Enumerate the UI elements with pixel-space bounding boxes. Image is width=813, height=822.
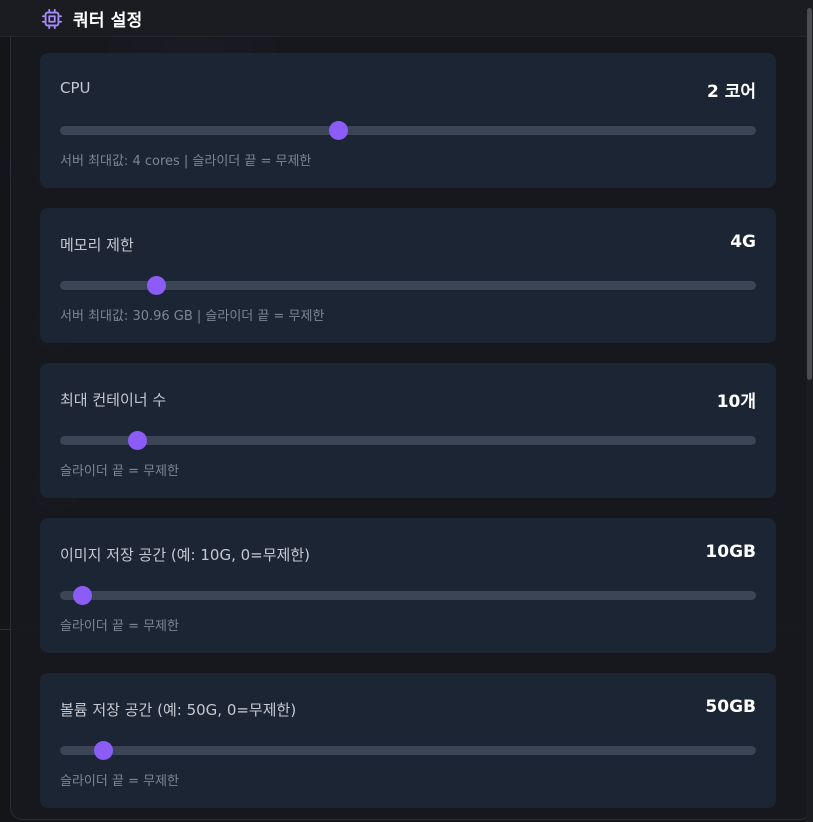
- container-count-quota-card: 최대 컨테이너 수 10개 슬라이더 끝 = 무제한: [40, 363, 776, 498]
- panel-title: 쿼터 설정: [73, 11, 143, 31]
- memory-slider-track[interactable]: [60, 276, 756, 295]
- container-count-slider-track[interactable]: [60, 431, 756, 450]
- quota-hint: 서버 최대값: 30.96 GB | 슬라이더 끝 = 무제한: [60, 309, 325, 324]
- memory-quota-card: 메모리 제한 4G 서버 최대값: 30.96 GB | 슬라이더 끝 = 무제…: [40, 208, 776, 343]
- quota-value: 50GB: [705, 697, 756, 717]
- container-count-slider-thumb[interactable]: [127, 431, 147, 450]
- volume-storage-quota-card: 볼륨 저장 공간 (예: 50G, 0=무제한) 50GB 슬라이더 끝 = 무…: [40, 673, 776, 808]
- quota-value: 10개: [716, 392, 756, 412]
- volume-storage-slider-thumb[interactable]: [94, 741, 114, 760]
- image-storage-quota-card: 이미지 저장 공간 (예: 10G, 0=무제한) 10GB 슬라이더 끝 = …: [40, 518, 776, 653]
- quota-value: 4G: [730, 232, 756, 252]
- quota-label: 메모리 제한: [60, 236, 134, 254]
- quota-hint: 서버 최대값: 4 cores | 슬라이더 끝 = 무제한: [60, 154, 312, 169]
- panel-title-row: 쿼터 설정: [41, 6, 142, 31]
- panel-header: 쿼터 설정: [0, 0, 806, 37]
- quota-value: 10GB: [705, 542, 756, 562]
- cpu-slider-track[interactable]: [60, 121, 756, 140]
- quota-label: 이미지 저장 공간 (예: 10G, 0=무제한): [60, 546, 310, 564]
- quota-value: 2 코어: [706, 82, 756, 102]
- quota-label: 최대 컨테이너 수: [60, 391, 167, 409]
- image-storage-slider-track[interactable]: [60, 586, 756, 605]
- quota-hint: 슬라이더 끝 = 무제한: [60, 464, 179, 479]
- volume-storage-slider-track[interactable]: [60, 741, 756, 760]
- cpu-chip-icon: [41, 8, 63, 30]
- scrollbar-thumb[interactable]: [807, 8, 812, 380]
- memory-slider-thumb[interactable]: [147, 276, 167, 295]
- quota-hint: 슬라이더 끝 = 무제한: [60, 774, 179, 789]
- cpu-quota-card: CPU 2 코어 서버 최대값: 4 cores | 슬라이더 끝 = 무제한: [40, 53, 776, 188]
- quota-hint: 슬라이더 끝 = 무제한: [60, 619, 179, 634]
- cpu-slider-thumb[interactable]: [328, 121, 348, 140]
- quota-label: CPU: [60, 79, 91, 97]
- image-storage-slider-thumb[interactable]: [73, 586, 93, 605]
- vertical-scrollbar[interactable]: [806, 0, 813, 822]
- quota-label: 볼륨 저장 공간 (예: 50G, 0=무제한): [60, 701, 297, 719]
